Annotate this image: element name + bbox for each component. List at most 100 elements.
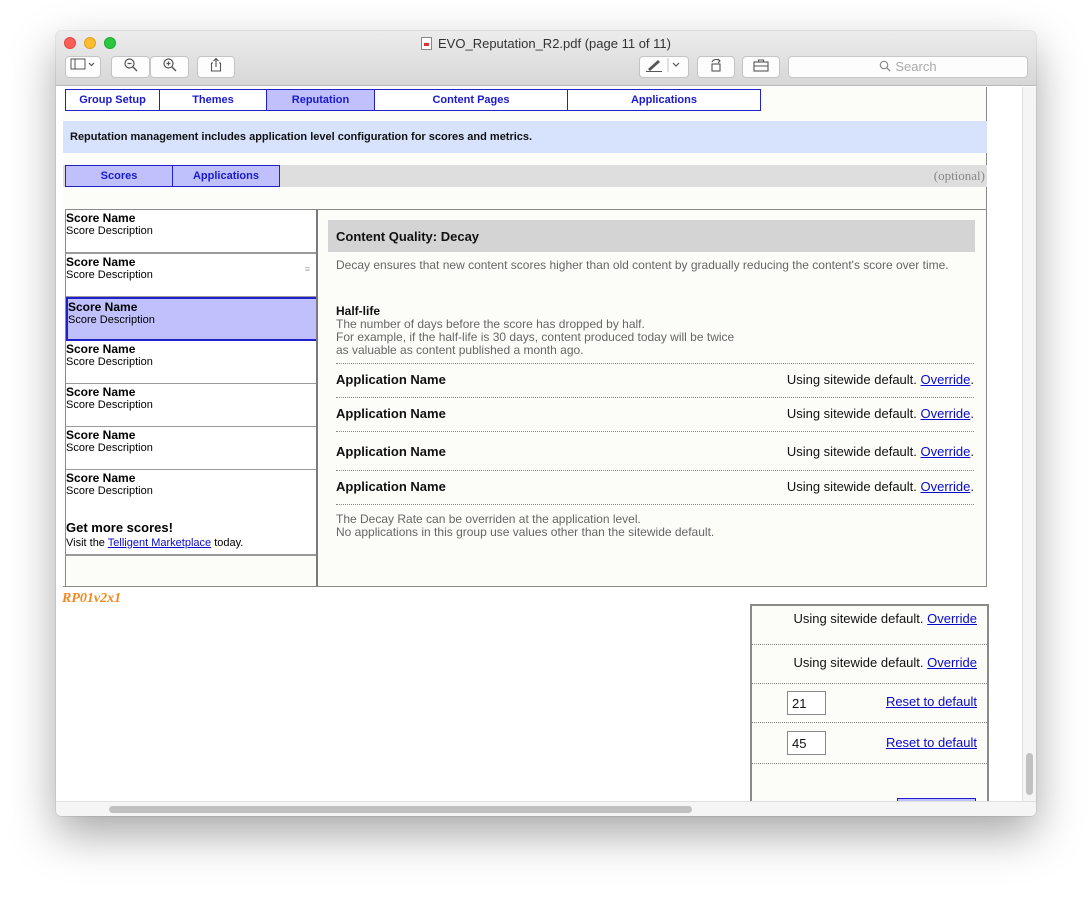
- window-title-text: EVO_Reputation_R2.pdf (page 11 of 11): [438, 36, 671, 51]
- half-life-input[interactable]: 21: [787, 691, 826, 715]
- half-life-description: The number of days before the score has …: [336, 318, 776, 357]
- score-item[interactable]: Score Name Score Description: [66, 384, 318, 428]
- score-item[interactable]: Score Name Score Description: [66, 341, 318, 385]
- panel-footnote: The Decay Rate can be overriden at the a…: [336, 513, 714, 539]
- override-settings-box: Using sitewide default. Override Using s…: [750, 604, 989, 801]
- app-row: Application Name Using sitewide default.…: [336, 363, 974, 397]
- half-life-input[interactable]: 45: [787, 731, 826, 755]
- override-link[interactable]: Override: [921, 479, 971, 494]
- status-text: Using sitewide default.: [793, 655, 928, 670]
- app-name: Application Name: [336, 479, 446, 494]
- vertical-scroll-thumb[interactable]: [1026, 753, 1033, 795]
- override-row: Using sitewide default. Override: [752, 606, 987, 645]
- score-name: Score Name: [66, 211, 136, 225]
- reset-to-default-link[interactable]: Reset to default: [886, 694, 977, 709]
- wireframe-page: Group Setup Themes Reputation Content Pa…: [63, 87, 987, 587]
- optional-label: (optional): [933, 168, 985, 183]
- score-item[interactable]: Score Name Score Description: [66, 210, 318, 254]
- horizontal-scroll-thumb[interactable]: [109, 806, 692, 813]
- app-status: Using sitewide default. Override.: [787, 372, 974, 387]
- status-end: .: [970, 372, 974, 387]
- footnote-line: No applications in this group use values…: [336, 525, 715, 539]
- panel-description: Decay ensures that new content scores hi…: [336, 258, 949, 272]
- app-row: Application Name Using sitewide default.…: [336, 470, 974, 504]
- zoom-out-button[interactable]: [111, 56, 150, 78]
- reset-to-default-link[interactable]: Reset to default: [886, 735, 977, 750]
- score-description: Score Description: [66, 442, 153, 454]
- zoom-in-icon: [162, 58, 176, 72]
- get-more-title: Get more scores!: [66, 520, 173, 535]
- tab-themes[interactable]: Themes: [159, 89, 267, 111]
- app-status: Using sitewide default. Override.: [787, 479, 974, 494]
- override-link[interactable]: Override: [921, 372, 971, 387]
- share-icon: [210, 57, 222, 72]
- panel-title: Content Quality: Decay: [328, 220, 975, 252]
- app-name: Application Name: [336, 444, 446, 459]
- search-icon: [880, 60, 891, 72]
- vertical-scrollbar[interactable]: [1022, 87, 1036, 801]
- score-name: Score Name: [66, 342, 136, 356]
- score-name: Score Name: [66, 471, 136, 485]
- override-link[interactable]: Override: [921, 444, 971, 459]
- window-title: EVO_Reputation_R2.pdf (page 11 of 11): [56, 36, 1036, 51]
- annotate-button[interactable]: [639, 56, 689, 78]
- info-banner: Reputation management includes applicati…: [63, 121, 987, 153]
- app-row: Application Name Using sitewide default.…: [336, 431, 974, 470]
- score-item[interactable]: Score Name Score Description: [66, 470, 318, 514]
- half-life-input-row: 45 Reset to default: [752, 723, 987, 764]
- horizontal-scrollbar[interactable]: [56, 801, 1036, 816]
- score-name: Score Name: [66, 385, 136, 399]
- zoom-in-button[interactable]: [150, 56, 189, 78]
- score-name: Score Name: [68, 300, 138, 314]
- divider: [336, 504, 974, 505]
- search-placeholder: Search: [895, 59, 937, 74]
- get-more-suffix: today.: [211, 537, 244, 549]
- score-item[interactable]: Score Name Score Description: [66, 427, 318, 471]
- tab-content-pages[interactable]: Content Pages: [374, 89, 568, 111]
- half-life-input-row: 21 Reset to default: [752, 684, 987, 723]
- title-bar: EVO_Reputation_R2.pdf (page 11 of 11) Se…: [56, 31, 1036, 86]
- sidebar-toggle-button[interactable]: [65, 56, 101, 78]
- override-status: Using sitewide default. Override: [793, 655, 977, 670]
- score-description: Score Description: [66, 399, 153, 411]
- score-description: Score Description: [68, 314, 155, 326]
- wireframe-label: RP01v2x1: [62, 591, 122, 606]
- override-link[interactable]: Override: [927, 611, 977, 626]
- score-detail-panel: Content Quality: Decay Decay ensures tha…: [316, 209, 987, 587]
- subtab-applications[interactable]: Applications: [172, 165, 280, 187]
- document-view[interactable]: Group Setup Themes Reputation Content Pa…: [56, 87, 1022, 801]
- status-text: Using sitewide default.: [786, 444, 921, 459]
- get-more-prefix: Visit the: [66, 537, 108, 549]
- subtab-scores[interactable]: Scores: [65, 165, 173, 187]
- zoom-out-icon: [123, 58, 137, 72]
- half-life-line: as valuable as content published a month…: [336, 343, 584, 357]
- score-item[interactable]: Score Name Score Description ≡: [66, 254, 318, 298]
- tab-reputation[interactable]: Reputation: [266, 89, 375, 111]
- tab-group-setup[interactable]: Group Setup: [65, 89, 160, 111]
- status-end: .: [970, 479, 974, 494]
- half-life-title: Half-life: [336, 304, 381, 318]
- drag-handle-icon[interactable]: ≡: [305, 264, 310, 274]
- rotate-icon: [711, 58, 721, 72]
- get-more-text: Visit the Telligent Marketplace today.: [66, 537, 243, 549]
- status-end: .: [970, 406, 974, 421]
- toolbox-button[interactable]: [742, 56, 780, 78]
- score-item-selected[interactable]: Score Name Score Description: [66, 297, 318, 341]
- override-link[interactable]: Override: [927, 655, 977, 670]
- search-field[interactable]: Search: [788, 56, 1028, 78]
- marketplace-link[interactable]: Telligent Marketplace: [108, 537, 211, 549]
- toolbox-icon: [753, 59, 769, 72]
- score-description: Score Description: [66, 485, 153, 497]
- sidebar-toggle-icon: [70, 58, 95, 70]
- status-text: Using sitewide default.: [786, 479, 921, 494]
- tab-applications[interactable]: Applications: [567, 89, 761, 111]
- app-name: Application Name: [336, 406, 446, 421]
- status-text: Using sitewide default.: [793, 611, 928, 626]
- share-button[interactable]: [197, 56, 235, 78]
- status-end: .: [970, 444, 974, 459]
- rotate-button[interactable]: [697, 56, 735, 78]
- pdf-file-icon: [421, 37, 433, 50]
- score-description: Score Description: [66, 225, 153, 237]
- app-name: Application Name: [336, 372, 446, 387]
- override-link[interactable]: Override: [921, 406, 971, 421]
